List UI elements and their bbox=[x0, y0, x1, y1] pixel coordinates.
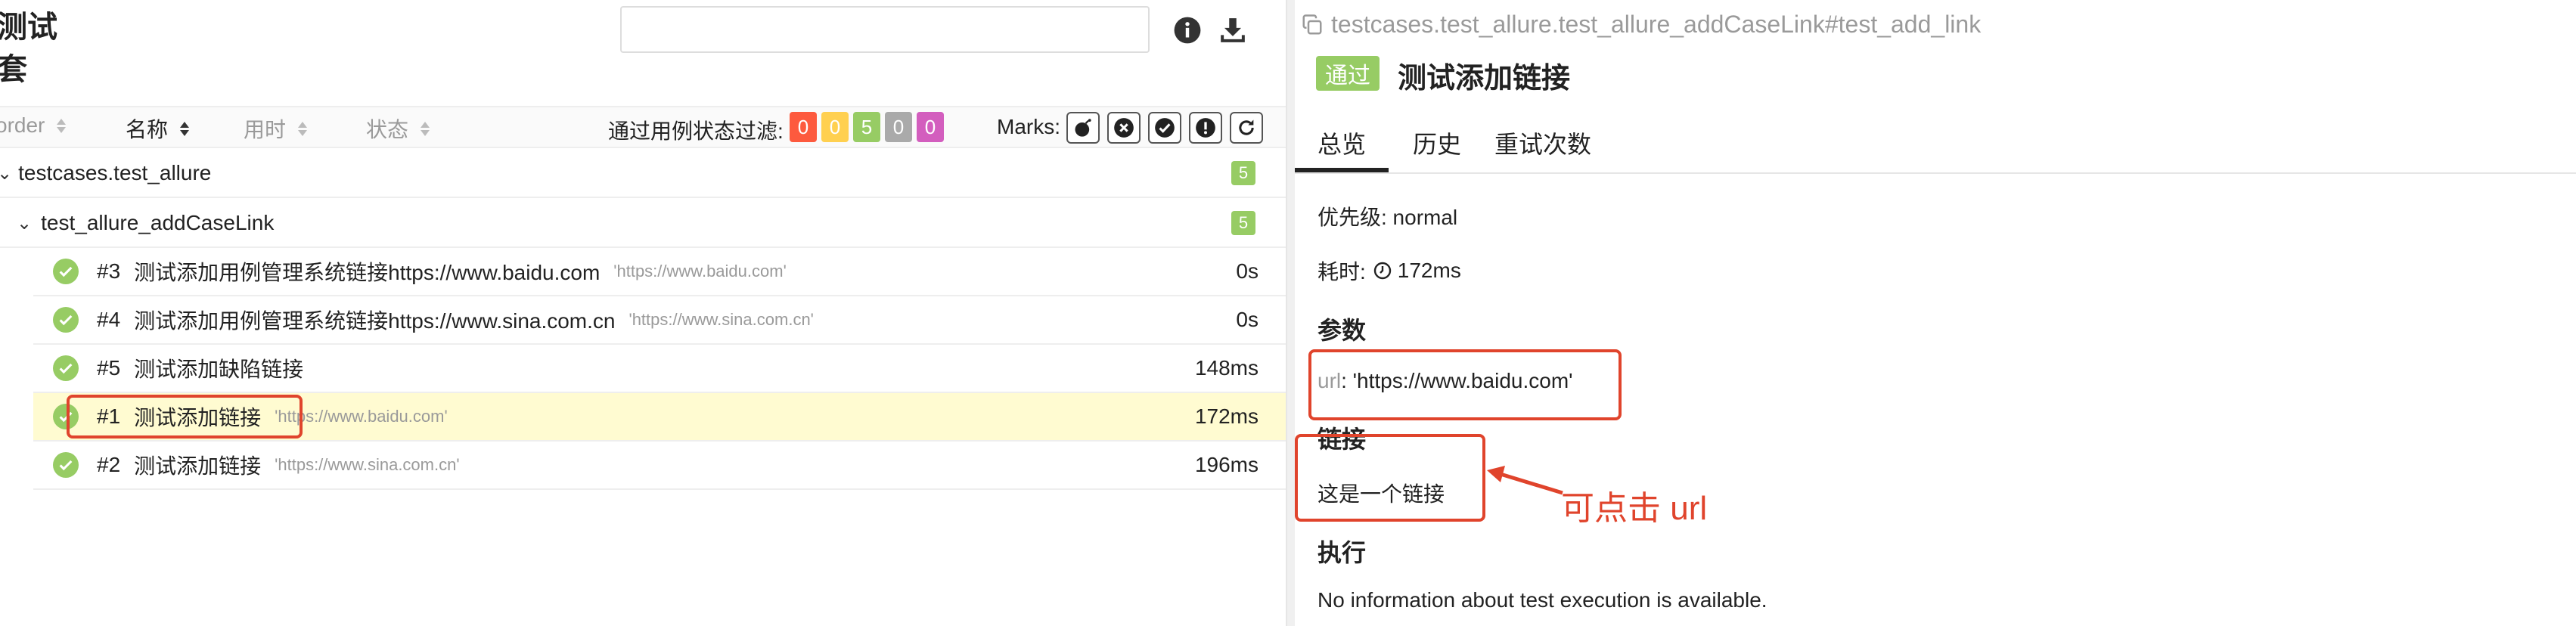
info-icon[interactable] bbox=[1171, 14, 1204, 47]
clock-icon bbox=[1373, 262, 1391, 280]
suite-count-badge: 5 bbox=[1231, 161, 1255, 185]
column-order-label: order bbox=[0, 113, 45, 137]
annotation-text: 可点击 url bbox=[1561, 490, 1708, 527]
case-parameter: 'https://www.sina.com.cn' bbox=[275, 455, 460, 474]
mark-new-passed-button[interactable] bbox=[1148, 112, 1181, 144]
case-number: #2 bbox=[97, 453, 121, 476]
check-circle-icon bbox=[1155, 118, 1175, 138]
times-circle-icon bbox=[1114, 118, 1134, 138]
sort-icon bbox=[57, 118, 67, 133]
column-status-label: 状态 bbox=[366, 118, 409, 141]
case-duration: 196ms bbox=[1194, 453, 1259, 476]
sort-icon bbox=[298, 121, 308, 136]
duration-line: 耗时: 172ms bbox=[1317, 256, 1461, 286]
breadcrumb[interactable]: testcases.test_allure.test_allure_addCas… bbox=[1301, 11, 1981, 39]
filter-passed-badge[interactable]: 5 bbox=[853, 112, 880, 142]
case-duration: 172ms bbox=[1194, 404, 1259, 428]
column-duration-label: 用时 bbox=[244, 118, 287, 141]
case-duration: 148ms bbox=[1194, 356, 1259, 380]
case-name: 测试添加链接 bbox=[134, 454, 262, 478]
duration-value: 172ms bbox=[1397, 259, 1461, 282]
filter-broken-badge[interactable]: 0 bbox=[821, 112, 849, 142]
execution-section-title: 执行 bbox=[1317, 539, 1367, 566]
breadcrumb-text: testcases.test_allure.test_allure_addCas… bbox=[1331, 11, 1982, 38]
copy-icon bbox=[1302, 14, 1322, 34]
test-case-row[interactable]: #5 测试添加缺陷链接 148ms bbox=[33, 345, 1286, 393]
filter-failed-badge[interactable]: 0 bbox=[790, 112, 817, 142]
column-header-row: order 名称 用时 状态 通过用例状态过滤: 0 0 5 0 0 Marks… bbox=[0, 106, 1286, 148]
passed-status-icon bbox=[53, 307, 79, 333]
chevron-down-icon: ⌄ bbox=[0, 163, 13, 184]
case-name: 测试添加缺陷链接 bbox=[134, 358, 304, 381]
chevron-down-icon: ⌄ bbox=[17, 212, 33, 234]
annotation-highlight-box bbox=[1295, 434, 1485, 522]
sort-icon bbox=[421, 121, 430, 136]
case-parameter: 'https://www.sina.com.cn' bbox=[628, 310, 814, 329]
severity-line: 优先级: normal bbox=[1317, 206, 1458, 229]
test-case-row[interactable]: #2 测试添加链接 'https://www.sina.com.cn' 196m… bbox=[33, 442, 1286, 490]
page-title: 测试添加链接 bbox=[1398, 63, 1571, 95]
case-duration: 0s bbox=[1236, 259, 1259, 283]
tab-overview[interactable]: 总览 bbox=[1295, 126, 1389, 172]
params-section-title: 参数 bbox=[1317, 317, 1367, 344]
test-detail-pane: testcases.test_allure.test_allure_addCas… bbox=[1295, 0, 2576, 626]
mark-new-broken-button[interactable] bbox=[1189, 112, 1222, 144]
sort-name-column[interactable]: 名称 bbox=[126, 113, 190, 144]
pane-divider[interactable] bbox=[1286, 0, 1295, 626]
test-case-row[interactable]: #4 测试添加用例管理系统链接https://www.sina.com.cn '… bbox=[33, 296, 1286, 345]
case-parameter: 'https://www.baidu.com' bbox=[613, 262, 787, 280]
case-name: 测试添加用例管理系统链接https://www.baidu.com bbox=[134, 261, 601, 284]
suite-title: 测试 套 bbox=[0, 11, 57, 86]
status-filter-label: 通过用例状态过滤: bbox=[608, 119, 784, 143]
case-number: #3 bbox=[97, 259, 121, 283]
case-duration: 0s bbox=[1236, 308, 1259, 331]
execution-info: No information about test execution is a… bbox=[1317, 588, 1768, 612]
case-number: #5 bbox=[97, 356, 121, 380]
case-name: 测试添加用例管理系统链接https://www.sina.com.cn bbox=[134, 309, 616, 333]
mark-new-failed-button[interactable] bbox=[1107, 112, 1141, 144]
duration-label: 耗时: bbox=[1317, 260, 1366, 284]
case-number: #4 bbox=[97, 308, 121, 331]
tree-suite-row[interactable]: ⌄ testcases.test_allure 5 bbox=[0, 150, 1286, 198]
search-input[interactable] bbox=[620, 6, 1150, 53]
sort-order-column[interactable]: order bbox=[0, 113, 67, 138]
test-suite-pane: 测试 套 order 名称 用时 状态 通过用例状态过滤: 0 0 5 0 0 … bbox=[0, 0, 1286, 626]
detail-tabs: 总览 历史 重试次数 bbox=[1295, 115, 2576, 174]
exclamation-circle-icon bbox=[1196, 118, 1215, 138]
annotation-highlight-box bbox=[1308, 349, 1622, 420]
column-name-label: 名称 bbox=[126, 118, 169, 141]
passed-status-icon bbox=[53, 355, 79, 381]
sort-duration-column[interactable]: 用时 bbox=[244, 113, 308, 144]
test-case-row[interactable]: #3 测试添加用例管理系统链接https://www.baidu.com 'ht… bbox=[33, 248, 1286, 296]
suite-name: testcases.test_allure bbox=[18, 161, 212, 184]
tab-history[interactable]: 历史 bbox=[1390, 126, 1484, 172]
download-icon[interactable] bbox=[1216, 14, 1249, 47]
tree-group-row[interactable]: ⌄ test_allure_addCaseLink 5 bbox=[0, 200, 1286, 248]
passed-status-icon bbox=[53, 452, 79, 478]
sort-icon bbox=[180, 121, 190, 136]
refresh-icon bbox=[1239, 119, 1254, 135]
allure-report: 测试 套 order 名称 用时 状态 通过用例状态过滤: 0 0 5 0 0 … bbox=[0, 0, 2576, 626]
group-name: test_allure_addCaseLink bbox=[41, 211, 275, 234]
group-count-badge: 5 bbox=[1231, 211, 1255, 235]
sort-status-column[interactable]: 状态 bbox=[366, 113, 430, 144]
bomb-icon bbox=[1075, 119, 1091, 137]
tab-retries[interactable]: 重试次数 bbox=[1472, 126, 1614, 172]
filter-unknown-badge[interactable]: 0 bbox=[917, 112, 944, 142]
marks-label: Marks: bbox=[997, 115, 1060, 138]
passed-status-icon bbox=[53, 259, 79, 284]
filter-skipped-badge[interactable]: 0 bbox=[885, 112, 912, 142]
mark-retries-button[interactable] bbox=[1230, 112, 1263, 144]
annotation-highlight-box bbox=[67, 395, 303, 439]
status-badge: 通过 bbox=[1316, 56, 1380, 91]
mark-flaky-button[interactable] bbox=[1066, 112, 1100, 144]
